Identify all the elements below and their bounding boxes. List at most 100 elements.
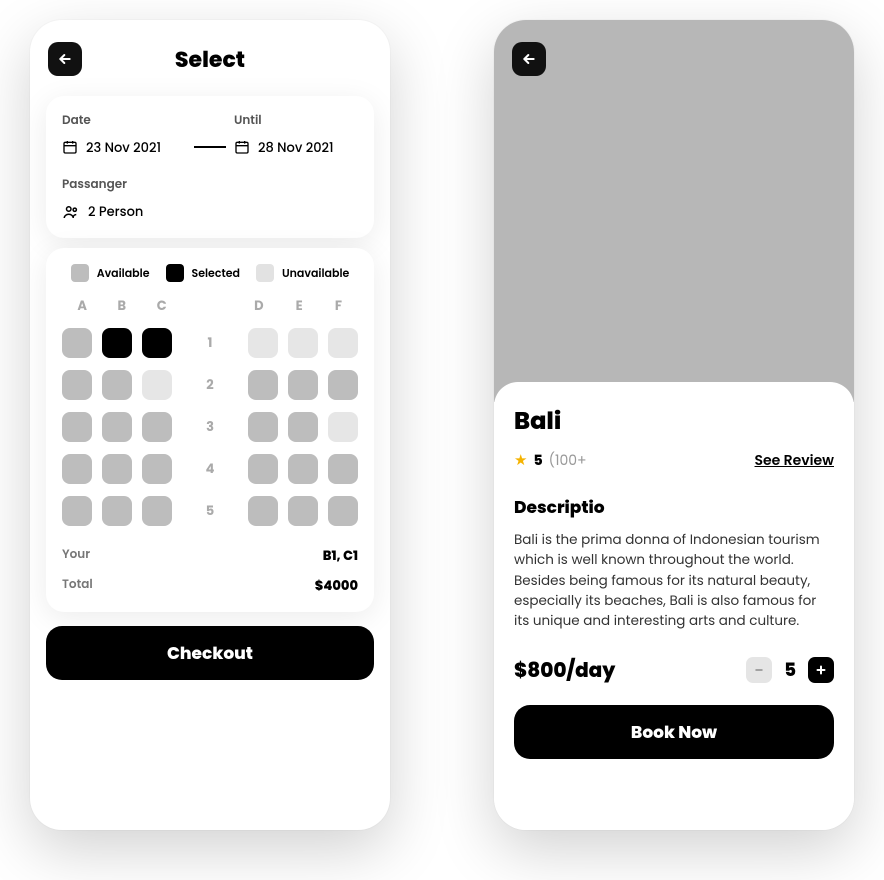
- seat: [288, 328, 318, 358]
- date-from[interactable]: Date 23 Nov 2021: [62, 112, 186, 158]
- passenger-field[interactable]: Passanger 2 Person: [62, 176, 358, 222]
- seat-legend: Available Selected Unavailable: [62, 264, 358, 282]
- col-header: E: [296, 296, 303, 316]
- passenger-label: Passanger: [62, 176, 358, 194]
- seat[interactable]: [328, 454, 358, 484]
- seat[interactable]: [62, 370, 92, 400]
- seat[interactable]: [248, 370, 278, 400]
- seat-row: 4: [62, 454, 358, 484]
- star-icon: ★: [514, 449, 527, 472]
- seat[interactable]: [328, 496, 358, 526]
- description-text: Bali is the prima donna of Indonesian to…: [514, 530, 834, 631]
- description-heading: Descriptio: [514, 494, 834, 520]
- seat[interactable]: [102, 412, 132, 442]
- passenger-value: 2 Person: [88, 202, 143, 222]
- col-header: B: [118, 296, 127, 316]
- seat[interactable]: [288, 370, 318, 400]
- col-header: A: [77, 296, 87, 316]
- checkout-button[interactable]: Checkout: [46, 626, 374, 680]
- legend-unavailable-label: Unavailable: [282, 265, 349, 282]
- seat[interactable]: [62, 454, 92, 484]
- seat[interactable]: [102, 328, 132, 358]
- seat-select-screen: Select Date 23 Nov 2021 Until: [30, 20, 390, 830]
- col-header: D: [254, 296, 263, 316]
- hero-image: [494, 20, 854, 402]
- your-seats-label: Your: [62, 546, 90, 566]
- seat-row: 1: [62, 328, 358, 358]
- seat[interactable]: [288, 454, 318, 484]
- header: Select: [30, 20, 390, 86]
- column-headers: A B C D E F: [62, 296, 358, 316]
- seat: [142, 370, 172, 400]
- page-title: Select: [82, 43, 338, 76]
- quantity-stepper: 5: [746, 657, 834, 684]
- date-label: Date: [62, 112, 186, 130]
- rating-count: (100+: [549, 450, 587, 471]
- seat[interactable]: [288, 412, 318, 442]
- people-icon: [62, 203, 80, 221]
- quantity-decrement-button[interactable]: [746, 657, 772, 683]
- detail-sheet: Bali ★ 5 (100+ See Review Descriptio Bal…: [494, 382, 854, 830]
- seat[interactable]: [142, 328, 172, 358]
- legend-selected-swatch: [166, 264, 184, 282]
- seat[interactable]: [62, 496, 92, 526]
- date-from-value: 23 Nov 2021: [86, 138, 161, 158]
- legend-available-label: Available: [97, 265, 150, 282]
- arrow-left-icon: [521, 51, 537, 67]
- rating-row: ★ 5 (100+ See Review: [514, 449, 834, 472]
- quantity-increment-button[interactable]: [808, 657, 834, 683]
- book-now-button[interactable]: Book Now: [514, 705, 834, 759]
- seat[interactable]: [288, 496, 318, 526]
- see-review-link[interactable]: See Review: [755, 450, 834, 471]
- row-number: 2: [172, 375, 248, 395]
- date-until-value: 28 Nov 2021: [258, 138, 334, 158]
- seat[interactable]: [62, 412, 92, 442]
- seat: [328, 412, 358, 442]
- destination-title: Bali: [514, 404, 834, 439]
- arrow-left-icon: [57, 51, 73, 67]
- seat[interactable]: [142, 496, 172, 526]
- plus-icon: [815, 664, 827, 676]
- col-header: F: [335, 296, 342, 316]
- your-seats-value: B1, C1: [323, 546, 358, 566]
- seat[interactable]: [62, 328, 92, 358]
- price-value: $800/day: [514, 655, 615, 685]
- row-number: 4: [172, 459, 248, 479]
- seat-row: 2: [62, 370, 358, 400]
- seat[interactable]: [248, 496, 278, 526]
- seat[interactable]: [248, 454, 278, 484]
- back-button[interactable]: [48, 42, 82, 76]
- row-number: 3: [172, 417, 248, 437]
- total-value: $4000: [315, 576, 358, 596]
- legend-selected-label: Selected: [192, 265, 240, 282]
- col-header: C: [157, 296, 167, 316]
- seat-grid: 1 2 3 4 5: [62, 328, 358, 526]
- legend-unavailable-swatch: [256, 264, 274, 282]
- seat: [328, 328, 358, 358]
- seat[interactable]: [102, 454, 132, 484]
- minus-icon: [754, 665, 764, 675]
- seat[interactable]: [328, 370, 358, 400]
- price-row: $800/day 5: [514, 655, 834, 685]
- date-until[interactable]: Until 28 Nov 2021: [234, 112, 358, 158]
- date-range-row: Date 23 Nov 2021 Until 28 Nov 2021: [62, 112, 358, 158]
- seat[interactable]: [142, 412, 172, 442]
- quantity-value: 5: [784, 657, 796, 684]
- date-range-separator: [194, 146, 226, 148]
- booking-info-card: Date 23 Nov 2021 Until 28 Nov 2021: [46, 96, 374, 238]
- booking-summary: Your B1, C1 Total $4000: [62, 546, 358, 596]
- until-label: Until: [234, 112, 358, 130]
- seat[interactable]: [142, 454, 172, 484]
- seat-row: 3: [62, 412, 358, 442]
- total-label: Total: [62, 576, 93, 596]
- seat-row: 5: [62, 496, 358, 526]
- row-number: 5: [172, 501, 248, 521]
- back-button[interactable]: [512, 42, 546, 76]
- seat-map-card: Available Selected Unavailable A B C D E…: [46, 248, 374, 612]
- seat[interactable]: [248, 412, 278, 442]
- seat[interactable]: [102, 496, 132, 526]
- seat[interactable]: [102, 370, 132, 400]
- rating-value: 5: [533, 450, 542, 471]
- calendar-icon: [234, 139, 252, 157]
- destination-detail-screen: Bali ★ 5 (100+ See Review Descriptio Bal…: [494, 20, 854, 830]
